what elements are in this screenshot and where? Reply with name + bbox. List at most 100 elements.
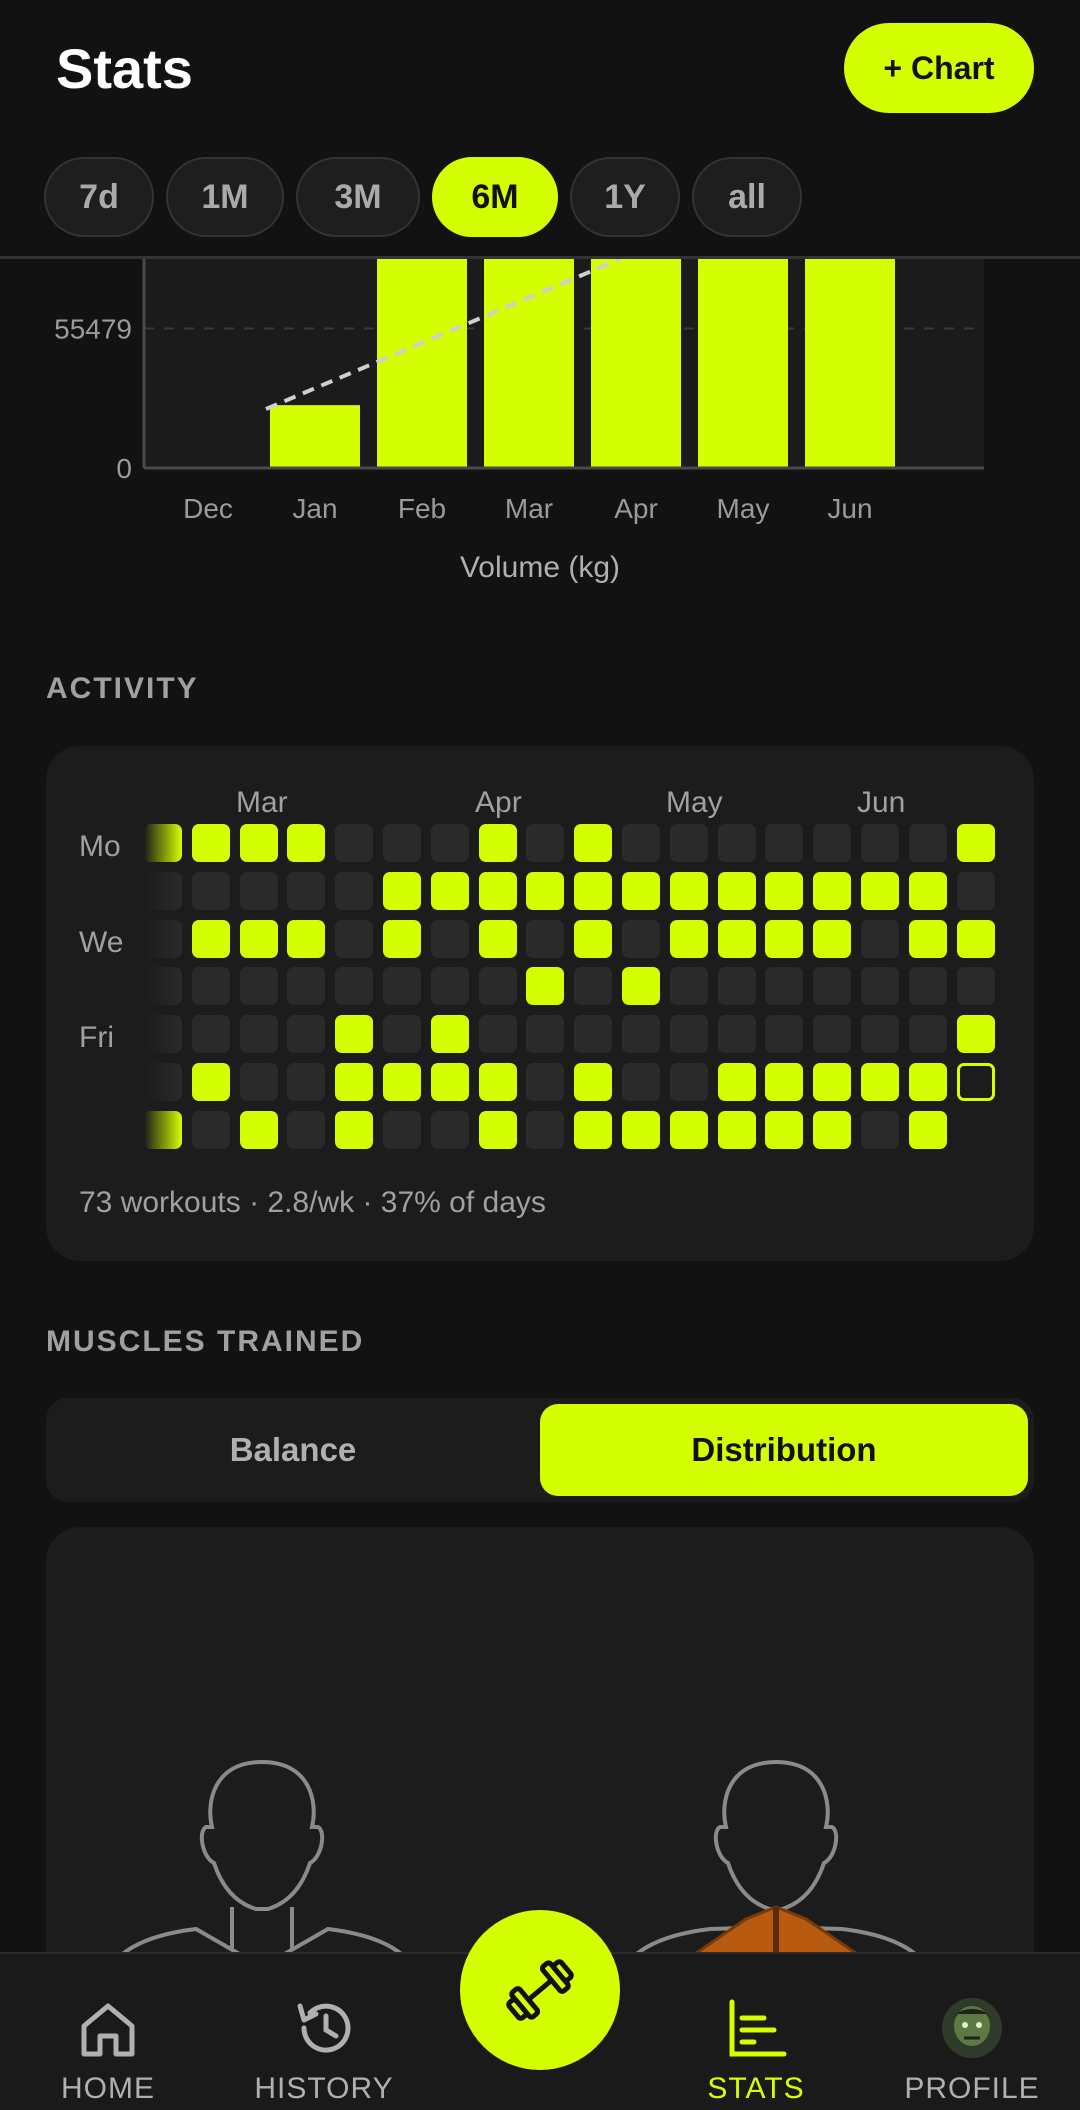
activity-day-cell[interactable] bbox=[430, 1015, 469, 1054]
activity-day-cell[interactable] bbox=[239, 824, 278, 862]
activity-day-cell[interactable] bbox=[765, 967, 804, 1006]
activity-day-cell[interactable] bbox=[908, 919, 947, 958]
activity-day-cell[interactable] bbox=[717, 824, 756, 862]
activity-day-cell[interactable] bbox=[669, 1015, 708, 1054]
activity-day-cell[interactable] bbox=[478, 824, 517, 862]
activity-day-cell[interactable] bbox=[478, 1015, 517, 1054]
activity-day-cell[interactable] bbox=[191, 919, 230, 958]
activity-day-cell[interactable] bbox=[430, 871, 469, 910]
activity-day-cell[interactable] bbox=[383, 1110, 421, 1149]
activity-day-cell[interactable] bbox=[861, 1110, 899, 1149]
activity-day-cell[interactable] bbox=[478, 871, 517, 910]
activity-day-cell[interactable] bbox=[765, 1063, 804, 1101]
activity-day-cell[interactable] bbox=[526, 1110, 565, 1149]
activity-day-cell[interactable] bbox=[908, 1063, 947, 1101]
activity-day-cell[interactable] bbox=[574, 824, 613, 862]
activity-day-cell[interactable] bbox=[478, 1110, 517, 1149]
activity-day-cell[interactable] bbox=[287, 871, 326, 910]
activity-day-cell[interactable] bbox=[191, 824, 230, 862]
activity-day-cell[interactable] bbox=[908, 967, 947, 1006]
activity-day-cell[interactable] bbox=[717, 1110, 756, 1149]
start-workout-button[interactable] bbox=[460, 1910, 620, 2070]
activity-day-cell[interactable] bbox=[669, 967, 708, 1006]
activity-day-cell[interactable] bbox=[717, 1015, 756, 1054]
activity-day-cell[interactable] bbox=[526, 967, 565, 1006]
activity-day-cell[interactable] bbox=[287, 1063, 326, 1101]
activity-day-cell[interactable] bbox=[144, 967, 182, 1006]
activity-day-cell[interactable] bbox=[813, 1110, 852, 1149]
activity-day-cell[interactable] bbox=[908, 1110, 947, 1149]
range-3m[interactable]: 3M bbox=[296, 157, 420, 237]
activity-day-cell[interactable] bbox=[956, 1015, 995, 1054]
activity-day-cell[interactable] bbox=[765, 871, 804, 910]
activity-day-cell[interactable] bbox=[813, 824, 852, 862]
activity-day-cell[interactable] bbox=[191, 967, 230, 1006]
activity-day-cell[interactable] bbox=[813, 919, 852, 958]
activity-day-cell[interactable] bbox=[956, 919, 995, 958]
activity-day-cell[interactable] bbox=[526, 1063, 565, 1101]
activity-day-cell[interactable] bbox=[861, 824, 899, 862]
activity-day-cell[interactable] bbox=[669, 1063, 708, 1101]
activity-day-cell[interactable] bbox=[335, 824, 374, 862]
activity-day-cell[interactable] bbox=[765, 824, 804, 862]
activity-day-cell[interactable] bbox=[239, 871, 278, 910]
activity-day-cell[interactable] bbox=[335, 1063, 374, 1101]
activity-day-cell[interactable] bbox=[239, 1015, 278, 1054]
activity-day-cell[interactable] bbox=[144, 824, 182, 862]
activity-day-cell[interactable] bbox=[813, 967, 852, 1006]
activity-day-cell[interactable] bbox=[574, 871, 613, 910]
activity-day-cell[interactable] bbox=[383, 919, 421, 958]
activity-day-cell[interactable] bbox=[239, 1063, 278, 1101]
activity-day-cell[interactable] bbox=[574, 1110, 613, 1149]
add-chart-button[interactable]: + Chart bbox=[844, 23, 1034, 113]
activity-day-cell[interactable] bbox=[717, 871, 756, 910]
activity-day-cell[interactable] bbox=[622, 1110, 660, 1149]
activity-day-cell[interactable] bbox=[383, 967, 421, 1006]
range-7d[interactable]: 7d bbox=[44, 157, 154, 237]
balance-tab[interactable]: Balance bbox=[52, 1404, 534, 1496]
activity-day-cell[interactable] bbox=[717, 967, 756, 1006]
activity-day-cell[interactable] bbox=[335, 871, 374, 910]
activity-day-cell[interactable] bbox=[765, 1015, 804, 1054]
activity-day-cell[interactable] bbox=[430, 919, 469, 958]
activity-day-cell[interactable] bbox=[669, 871, 708, 910]
activity-day-cell[interactable] bbox=[287, 824, 326, 862]
activity-day-cell[interactable] bbox=[478, 1063, 517, 1101]
activity-day-cell[interactable] bbox=[144, 919, 182, 958]
activity-day-cell[interactable] bbox=[574, 919, 613, 958]
activity-day-cell[interactable] bbox=[765, 919, 804, 958]
activity-day-cell[interactable] bbox=[144, 1110, 182, 1149]
activity-day-cell[interactable] bbox=[908, 871, 947, 910]
activity-day-cell[interactable] bbox=[430, 824, 469, 862]
activity-day-cell[interactable] bbox=[430, 1063, 469, 1101]
activity-day-cell[interactable] bbox=[287, 1110, 326, 1149]
activity-day-cell[interactable] bbox=[287, 967, 326, 1006]
activity-day-cell[interactable] bbox=[144, 1015, 182, 1054]
activity-day-cell[interactable] bbox=[669, 824, 708, 862]
activity-day-cell[interactable] bbox=[813, 1015, 852, 1054]
activity-day-cell[interactable] bbox=[526, 871, 565, 910]
activity-day-cell[interactable] bbox=[526, 1015, 565, 1054]
activity-day-cell[interactable] bbox=[956, 871, 995, 910]
activity-day-cell[interactable] bbox=[908, 824, 947, 862]
activity-day-cell[interactable] bbox=[622, 824, 660, 862]
activity-day-cell[interactable] bbox=[239, 967, 278, 1006]
activity-day-cell[interactable] bbox=[430, 1110, 469, 1149]
activity-day-cell[interactable] bbox=[956, 824, 995, 862]
activity-day-cell[interactable] bbox=[526, 919, 565, 958]
activity-day-cell[interactable] bbox=[861, 1015, 899, 1054]
activity-day-cell[interactable] bbox=[478, 967, 517, 1006]
distribution-tab[interactable]: Distribution bbox=[540, 1404, 1028, 1496]
range-all[interactable]: all bbox=[692, 157, 802, 237]
range-6m[interactable]: 6M bbox=[432, 157, 558, 237]
activity-day-cell[interactable] bbox=[383, 824, 421, 862]
activity-day-cell[interactable] bbox=[574, 1063, 613, 1101]
activity-day-cell[interactable] bbox=[717, 1063, 756, 1101]
nav-stats[interactable]: STATS bbox=[648, 1954, 864, 2110]
activity-day-cell[interactable] bbox=[622, 871, 660, 910]
activity-day-cell[interactable] bbox=[144, 1063, 182, 1101]
nav-profile[interactable]: PROFILE bbox=[864, 1954, 1080, 2110]
activity-day-cell[interactable] bbox=[765, 1110, 804, 1149]
range-1m[interactable]: 1M bbox=[166, 157, 284, 237]
activity-day-cell[interactable] bbox=[622, 967, 660, 1006]
